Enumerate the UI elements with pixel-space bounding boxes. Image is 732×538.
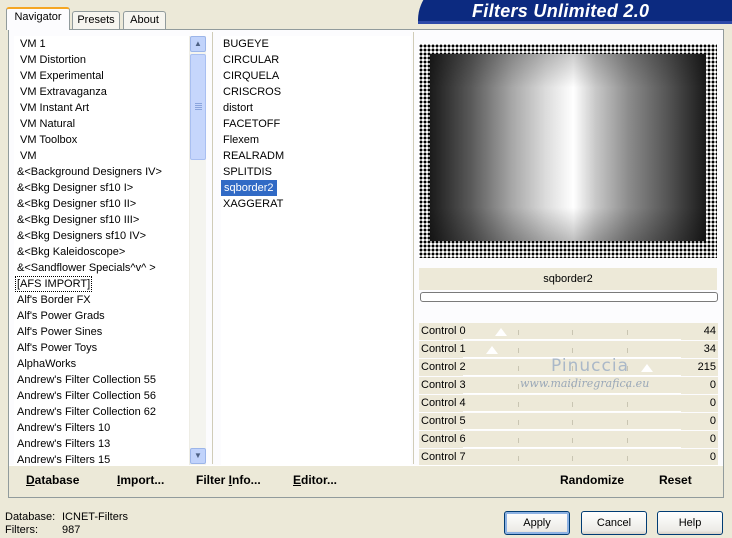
category-item[interactable]: VM Instant Art bbox=[18, 102, 89, 114]
category-item[interactable]: Andrew's Filters 10 bbox=[15, 422, 110, 434]
control-slider-track[interactable] bbox=[463, 339, 681, 340]
control-slider-track[interactable] bbox=[463, 447, 681, 448]
category-item[interactable]: VM Toolbox bbox=[18, 134, 77, 146]
control-value: 0 bbox=[709, 379, 716, 391]
control-slider-thumb[interactable] bbox=[486, 346, 499, 354]
category-item[interactable]: Alf's Border FX bbox=[15, 294, 91, 306]
category-item[interactable]: &<Bkg Designer sf10 I> bbox=[15, 182, 133, 194]
category-item[interactable]: AlphaWorks bbox=[15, 358, 76, 370]
control-label: Control 5 bbox=[421, 415, 466, 427]
filter-item[interactable]: BUGEYE bbox=[221, 38, 269, 50]
database-label: Database: bbox=[5, 511, 56, 523]
category-list[interactable]: VM 1 VM Distortion VM Experimental VM Extra… bbox=[14, 36, 189, 466]
database-value: ICNET-Filters bbox=[62, 511, 128, 523]
filter-item[interactable]: Flexem bbox=[221, 134, 259, 146]
filter-item[interactable]: SPLITDIS bbox=[221, 166, 272, 178]
filter-item[interactable]: XAGGERAT bbox=[221, 198, 283, 210]
tab-presets[interactable]: Presets bbox=[72, 11, 120, 29]
import-button[interactable]: Import... bbox=[117, 473, 164, 488]
filter-item[interactable]: FACETOFF bbox=[221, 118, 280, 130]
category-item[interactable]: VM Natural bbox=[18, 118, 75, 130]
category-item[interactable]: Andrew's Filter Collection 55 bbox=[15, 374, 156, 386]
category-item[interactable]: VM Distortion bbox=[18, 54, 86, 66]
category-item[interactable]: VM bbox=[18, 150, 37, 162]
filter-item[interactable]: CIRQUELA bbox=[221, 70, 279, 82]
filter-item[interactable]: CRISCROS bbox=[221, 86, 281, 98]
scroll-down-arrow-icon[interactable]: ▼ bbox=[190, 448, 206, 464]
filters-count-value: 987 bbox=[62, 524, 81, 536]
cancel-button[interactable]: Cancel bbox=[581, 511, 647, 535]
control-row[interactable]: Control 0 44 bbox=[419, 323, 718, 340]
scroll-thumb[interactable] bbox=[190, 54, 206, 160]
control-value: 0 bbox=[709, 433, 716, 445]
control-row[interactable]: Control 4 0 bbox=[419, 395, 718, 412]
control-value: 44 bbox=[703, 325, 716, 337]
control-row[interactable]: Control 6 0 bbox=[419, 431, 718, 448]
tab-about[interactable]: About bbox=[123, 11, 166, 29]
filter-item[interactable]: CIRCULAR bbox=[221, 54, 279, 66]
filter-item[interactable]: sqborder2 bbox=[221, 180, 277, 196]
control-value: 0 bbox=[709, 397, 716, 409]
progress-bar bbox=[420, 292, 718, 302]
category-item[interactable]: Alf's Power Sines bbox=[15, 326, 102, 338]
control-slider-track[interactable] bbox=[463, 411, 681, 412]
watermark-url: www.maidiregrafica.eu bbox=[520, 377, 650, 390]
tab-navigator[interactable]: Navigator bbox=[6, 7, 70, 30]
selected-filter-name: sqborder2 bbox=[419, 268, 717, 290]
filter-list[interactable]: BUGEYE CIRCULAR CIRQUELA CRISCROS distort FAC… bbox=[221, 36, 411, 466]
control-label: Control 0 bbox=[421, 325, 466, 337]
control-value: 215 bbox=[697, 361, 716, 373]
control-value: 0 bbox=[709, 451, 716, 463]
category-item[interactable]: &<Bkg Kaleidoscope> bbox=[15, 246, 125, 258]
category-item[interactable]: Alf's Power Grads bbox=[15, 310, 105, 322]
control-value: 0 bbox=[709, 415, 716, 427]
category-item[interactable]: &<Bkg Designer sf10 III> bbox=[15, 214, 139, 226]
category-item[interactable]: &<Sandflower Specials^v^ > bbox=[15, 262, 156, 274]
control-label: Control 4 bbox=[421, 397, 466, 409]
control-slider-track[interactable] bbox=[463, 429, 681, 430]
control-label: Control 3 bbox=[421, 379, 466, 391]
control-label: Control 7 bbox=[421, 451, 466, 463]
control-slider-thumb[interactable] bbox=[494, 328, 507, 336]
category-item[interactable]: Andrew's Filter Collection 56 bbox=[15, 390, 156, 402]
control-row[interactable]: Control 5 0 bbox=[419, 413, 718, 430]
category-item[interactable]: [AFS IMPORT] bbox=[15, 276, 93, 292]
watermark-name: Pinuccia bbox=[551, 356, 629, 376]
editor-button[interactable]: Editor... bbox=[293, 473, 337, 488]
filter-item[interactable]: distort bbox=[221, 102, 253, 114]
category-item[interactable]: VM 1 bbox=[18, 38, 46, 50]
filter-item[interactable]: REALRADM bbox=[221, 150, 284, 162]
control-label: Control 2 bbox=[421, 361, 466, 373]
control-label: Control 1 bbox=[421, 343, 466, 355]
database-button[interactable]: Database bbox=[26, 473, 79, 488]
filters-count-label: Filters: bbox=[5, 524, 38, 536]
app-title: Filters Unlimited 2.0 bbox=[472, 1, 650, 21]
scroll-up-arrow-icon[interactable]: ▲ bbox=[190, 36, 206, 52]
category-item[interactable]: Alf's Power Toys bbox=[15, 342, 97, 354]
category-item[interactable]: VM Extravaganza bbox=[18, 86, 107, 98]
control-label: Control 6 bbox=[421, 433, 466, 445]
help-button[interactable]: Help bbox=[657, 511, 723, 535]
apply-button[interactable]: Apply bbox=[504, 511, 570, 535]
control-slider-thumb[interactable] bbox=[640, 364, 653, 372]
filter-info-button[interactable]: Filter Info... bbox=[196, 473, 261, 488]
control-row[interactable]: Control 7 0 bbox=[419, 449, 718, 466]
category-item[interactable]: &<Bkg Designer sf10 II> bbox=[15, 198, 136, 210]
category-item[interactable]: VM Experimental bbox=[18, 70, 104, 82]
category-item[interactable]: Andrew's Filters 13 bbox=[15, 438, 110, 450]
reset-button[interactable]: Reset bbox=[659, 473, 692, 488]
category-item[interactable]: Andrew's Filter Collection 62 bbox=[15, 406, 156, 418]
control-slider-track[interactable] bbox=[463, 393, 681, 394]
preview-gradient bbox=[430, 54, 706, 241]
control-value: 34 bbox=[703, 343, 716, 355]
category-item[interactable]: &<Background Designers IV> bbox=[15, 166, 162, 178]
category-item[interactable]: &<Bkg Designers sf10 IV> bbox=[15, 230, 146, 242]
category-scrollbar[interactable]: ▲ ▼ bbox=[189, 36, 206, 465]
randomize-button[interactable]: Randomize bbox=[560, 473, 624, 488]
